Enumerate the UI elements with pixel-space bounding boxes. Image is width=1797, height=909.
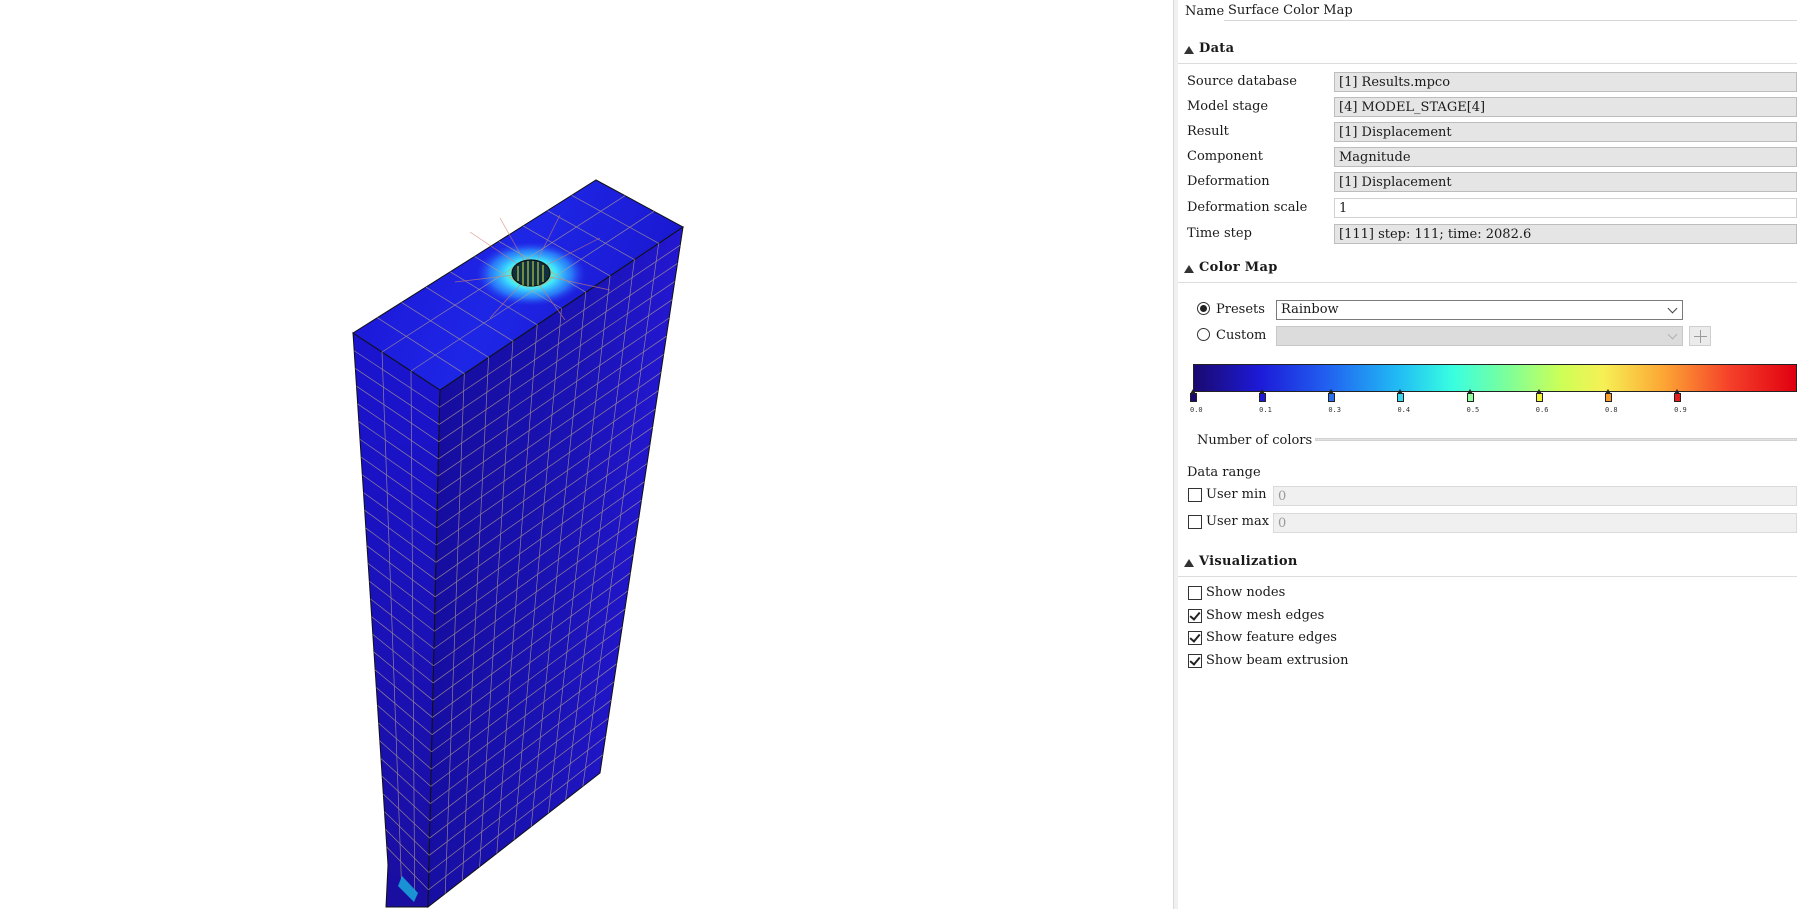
deformation-scale-label: Deformation scale [1187,200,1308,215]
presets-value: Rainbow [1281,302,1339,317]
3d-viewport[interactable] [0,0,1173,909]
model-stage-combo[interactable]: [4] MODEL_STAGE[4] [1334,97,1797,117]
color-stop-label: 0.9 [1674,406,1687,414]
component-label: Component [1187,149,1263,164]
collapse-triangle-icon [1184,559,1194,567]
source-database-label: Source database [1187,74,1297,89]
front-face [352,332,441,908]
user-min-label: User min [1206,487,1267,502]
show-nodes-checkbox[interactable] [1188,586,1202,600]
show-mesh-edges-checkbox[interactable] [1188,609,1202,623]
color-stop-marker[interactable] [1190,389,1197,402]
name-field[interactable]: Surface Color Map [1224,1,1797,21]
mesh-render [352,179,684,909]
user-max-checkbox[interactable] [1188,515,1202,529]
time-step-label: Time step [1187,226,1252,241]
source-database-combo[interactable]: [1] Results.mpco [1334,72,1797,92]
show-feature-edges-label: Show feature edges [1206,630,1337,645]
presets-label: Presets [1216,302,1265,317]
result-combo[interactable]: [1] Displacement [1334,122,1797,142]
show-beam-extrusion-label: Show beam extrusion [1206,653,1349,668]
deformation-combo[interactable]: [1] Displacement [1334,172,1797,192]
color-stop-label: 0.4 [1397,406,1411,414]
chevron-down-icon [1667,303,1678,314]
presets-dropdown[interactable]: Rainbow [1276,300,1683,320]
property-panel: Name Surface Color Map Data Source datab… [1178,0,1797,909]
color-map-section-title: Color Map [1199,260,1278,275]
show-mesh-edges-label: Show mesh edges [1206,608,1325,623]
color-stop-label: 0.0 [1190,406,1203,414]
color-stop-marker[interactable] [1535,389,1543,402]
data-range-label: Data range [1187,465,1261,480]
show-feature-edges-checkbox[interactable] [1188,631,1202,645]
collapse-triangle-icon [1184,46,1194,54]
user-max-label: User max [1206,514,1270,529]
visualization-section-header[interactable]: Visualization [1178,550,1797,577]
color-stop-marker[interactable] [1674,389,1682,402]
user-min-input[interactable]: 0 [1273,486,1797,506]
show-beam-extrusion-checkbox[interactable] [1188,654,1202,668]
custom-label: Custom [1216,328,1267,343]
section-divider [1178,576,1797,577]
color-bar[interactable] [1193,364,1797,392]
user-min-checkbox[interactable] [1188,488,1202,502]
color-stop-label: 0.5 [1466,406,1480,414]
user-max-input[interactable]: 0 [1273,513,1797,533]
color-stop-marker[interactable] [1397,389,1405,402]
section-divider [1178,63,1797,64]
time-step-combo[interactable]: [111] step: 111; time: 2082.6 [1334,224,1797,244]
color-stop-marker[interactable] [1466,389,1474,402]
visualization-section-title: Visualization [1199,554,1298,569]
color-stop-label: 0.3 [1328,406,1341,414]
show-nodes-label: Show nodes [1206,585,1286,600]
deformation-label: Deformation [1187,174,1270,189]
chevron-down-icon [1667,329,1678,340]
color-stop-marker[interactable] [1259,389,1267,402]
collapse-triangle-icon [1184,265,1194,273]
color-stop-marker[interactable] [1604,389,1612,402]
name-row: Name Surface Color Map [1178,0,1797,24]
result-label: Result [1187,124,1229,139]
color-stop-label: 0.8 [1604,406,1618,414]
deformation-scale-input[interactable]: 1 [1334,198,1797,218]
number-of-colors-slider[interactable] [1315,438,1797,441]
component-combo[interactable]: Magnitude [1334,147,1797,167]
color-stop-label: 0.6 [1535,406,1549,414]
color-stop-label: 0.1 [1259,406,1272,414]
number-of-colors-label: Number of colors [1197,433,1313,448]
section-divider [1178,282,1797,283]
data-section-header[interactable]: Data [1178,37,1797,64]
custom-radio[interactable] [1197,328,1210,341]
add-colormap-button[interactable] [1689,326,1711,346]
model-stage-label: Model stage [1187,99,1269,114]
name-label: Name [1185,4,1225,19]
color-stop-marker[interactable] [1328,389,1336,402]
data-section-title: Data [1199,41,1235,56]
presets-radio[interactable] [1197,302,1210,315]
color-map-section-header[interactable]: Color Map [1178,256,1797,283]
custom-dropdown[interactable] [1276,326,1683,346]
